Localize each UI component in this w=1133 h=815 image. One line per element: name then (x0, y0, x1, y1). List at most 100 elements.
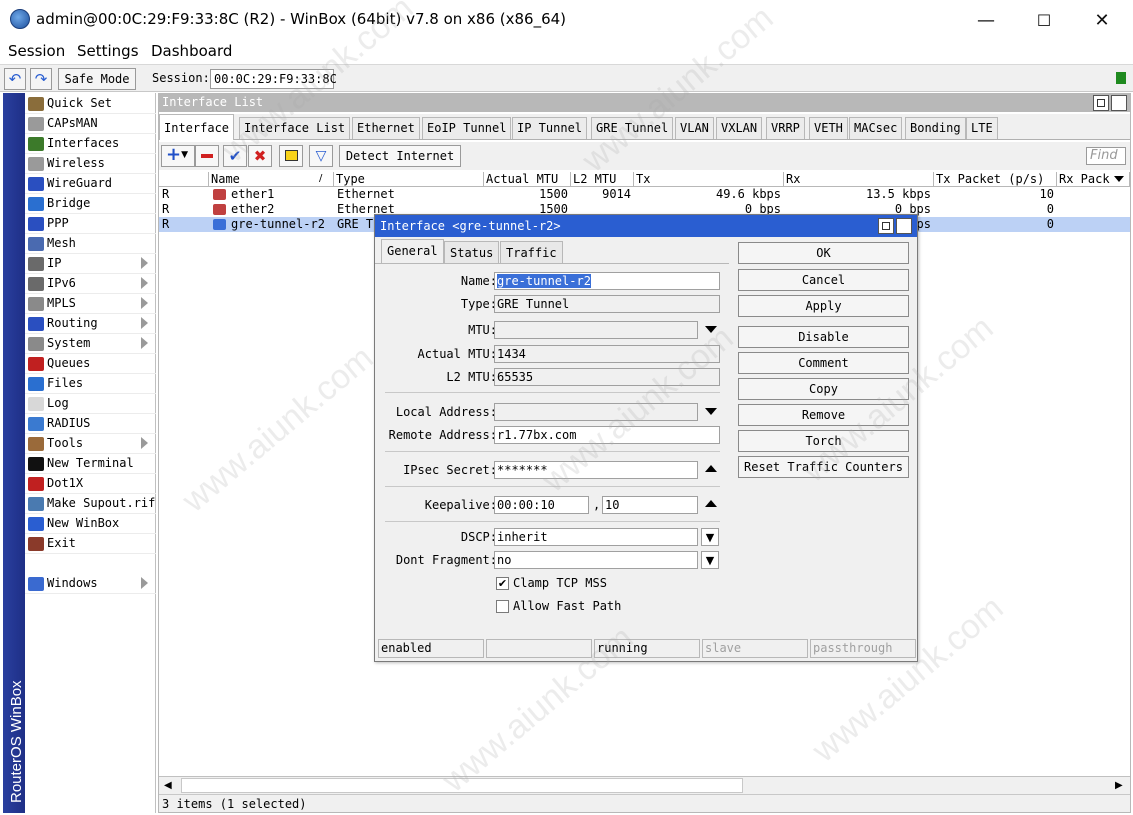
tab-status[interactable]: Status (444, 241, 500, 263)
sidebar-item-capsman[interactable]: CAPsMAN (25, 114, 156, 134)
sidebar-item-mesh[interactable]: Mesh (25, 234, 156, 254)
reset-traffic-counters-button[interactable]: Reset Traffic Counters (738, 456, 909, 478)
menu-session[interactable]: Session (8, 42, 65, 60)
minimize-button[interactable]: — (957, 0, 1015, 40)
tab-interface-list[interactable]: Interface List (239, 117, 351, 139)
tab-ip-tunnel[interactable]: IP Tunnel (512, 117, 588, 139)
column-header[interactable]: L2 MTU (571, 172, 634, 187)
table-row[interactable]: Rether1 Ethernet 1500 9014 49.6 kbps 13.5 kbp… (159, 187, 1130, 202)
filter-icon[interactable]: ▽ (309, 145, 333, 167)
apply-button[interactable]: Apply (738, 295, 909, 317)
sidebar-item-ip[interactable]: IP (25, 254, 156, 274)
clamp-tcp-mss-checkbox[interactable]: ✔ (496, 577, 509, 590)
copy-button[interactable]: Copy (738, 378, 909, 400)
scroll-left-icon[interactable]: ◀ (164, 780, 172, 791)
column-header[interactable] (159, 172, 209, 187)
comment-button[interactable] (279, 145, 303, 167)
find-input[interactable]: Find (1086, 147, 1126, 165)
dont-fragment-dropdown-icon[interactable]: ▼ (701, 551, 719, 569)
redo-button[interactable]: ↷ (30, 68, 52, 90)
ok-button[interactable]: OK (738, 242, 909, 264)
dialog-maximize-icon[interactable] (878, 218, 894, 234)
keepalive-interval-input[interactable]: 00:00:10 (494, 496, 589, 514)
add-button[interactable]: +▼ (161, 145, 195, 167)
sidebar-item-ppp[interactable]: PPP (25, 214, 156, 234)
sidebar-item-bridge[interactable]: Bridge (25, 194, 156, 214)
undo-button[interactable]: ↶ (4, 68, 26, 90)
column-header[interactable]: Tx (634, 172, 784, 187)
detect-internet-button[interactable]: Detect Internet (339, 145, 461, 167)
sidebar-item-wireless[interactable]: Wireless (25, 154, 156, 174)
local-address-dropdown-icon[interactable] (705, 408, 717, 415)
tab-lte[interactable]: LTE (966, 117, 998, 139)
keepalive-collapse-icon[interactable] (705, 500, 717, 507)
sidebar-item-windows[interactable]: Windows (25, 574, 156, 594)
close-button[interactable]: ✕ (1073, 0, 1131, 40)
sidebar-item-radius[interactable]: RADIUS (25, 414, 156, 434)
sidebar-item-new-terminal[interactable]: New Terminal (25, 454, 156, 474)
remove-button[interactable]: Remove (738, 404, 909, 426)
ipsec-secret-collapse-icon[interactable] (705, 465, 717, 472)
tab-ethernet[interactable]: Ethernet (352, 117, 420, 139)
disable-button[interactable]: ✖ (248, 145, 272, 167)
remote-address-input[interactable]: r1.77bx.com (494, 426, 720, 444)
safe-mode-button[interactable]: Safe Mode (58, 68, 136, 90)
tab-veth[interactable]: VETH (809, 117, 848, 139)
horizontal-scrollbar[interactable]: ◀ ▶ (159, 776, 1130, 794)
disable-button[interactable]: Disable (738, 326, 909, 348)
sidebar-item-wireguard[interactable]: WireGuard (25, 174, 156, 194)
column-menu-icon[interactable] (1114, 176, 1124, 182)
tab-interface[interactable]: Interface (159, 114, 235, 140)
sidebar-item-new-winbox[interactable]: New WinBox (25, 514, 156, 534)
sidebar-item-queues[interactable]: Queues (25, 354, 156, 374)
sidebar-item-files[interactable]: Files (25, 374, 156, 394)
maximize-button[interactable]: ☐ (1015, 0, 1073, 40)
allow-fast-path-checkbox[interactable] (496, 600, 509, 613)
column-header[interactable]: Actual MTU (484, 172, 571, 187)
tab-vrrp[interactable]: VRRP (766, 117, 805, 139)
sidebar-item-exit[interactable]: Exit (25, 534, 156, 554)
tab-vxlan[interactable]: VXLAN (716, 117, 763, 139)
tab-eoip-tunnel[interactable]: EoIP Tunnel (422, 117, 512, 139)
sidebar-item-routing[interactable]: Routing (25, 314, 156, 334)
sidebar-item-make-supout-rif[interactable]: Make Supout.rif (25, 494, 156, 514)
torch-button[interactable]: Torch (738, 430, 909, 452)
dscp-select[interactable]: inherit (494, 528, 698, 546)
sidebar-item-tools[interactable]: Tools (25, 434, 156, 454)
sidebar-item-ipv6[interactable]: IPv6 (25, 274, 156, 294)
dialog-close-icon[interactable]: ✕ (896, 218, 912, 234)
tab-vlan[interactable]: VLAN (675, 117, 714, 139)
mtu-input[interactable] (494, 321, 698, 339)
sidebar-item-system[interactable]: System (25, 334, 156, 354)
ipsec-secret-input[interactable]: ******* (494, 461, 698, 479)
tab-traffic[interactable]: Traffic (500, 241, 563, 263)
mtu-dropdown-icon[interactable] (705, 326, 717, 333)
tab-general[interactable]: General (381, 239, 444, 264)
enable-button[interactable]: ✔ (223, 145, 247, 167)
sidebar-item-dot1x[interactable]: Dot1X (25, 474, 156, 494)
tab-bonding[interactable]: Bonding (905, 117, 966, 139)
maximize-window-icon[interactable] (1093, 95, 1109, 111)
sidebar-item-log[interactable]: Log (25, 394, 156, 414)
scrollbar-thumb[interactable] (181, 778, 743, 793)
comment-button[interactable]: Comment (738, 352, 909, 374)
tab-macsec[interactable]: MACsec (849, 117, 903, 139)
column-header[interactable]: Type (334, 172, 484, 187)
name-input[interactable]: gre-tunnel-r2 (494, 272, 720, 290)
scroll-right-icon[interactable]: ▶ (1115, 780, 1123, 791)
remove-button[interactable] (195, 145, 219, 167)
menu-settings[interactable]: Settings (77, 42, 139, 60)
column-header[interactable]: Name (209, 172, 334, 187)
cancel-button[interactable]: Cancel (738, 269, 909, 291)
close-window-icon[interactable]: ✕ (1111, 95, 1127, 111)
keepalive-retries-input[interactable]: 10 (602, 496, 698, 514)
session-input[interactable]: 00:0C:29:F9:33:8C (210, 69, 337, 89)
sidebar-item-interfaces[interactable]: Interfaces (25, 134, 156, 154)
dont-fragment-select[interactable]: no (494, 551, 698, 569)
local-address-input[interactable] (494, 403, 698, 421)
sidebar-item-quick-set[interactable]: Quick Set (25, 94, 156, 114)
tab-gre-tunnel[interactable]: GRE Tunnel (591, 117, 674, 139)
menu-dashboard[interactable]: Dashboard (151, 42, 232, 60)
dscp-dropdown-icon[interactable]: ▼ (701, 528, 719, 546)
column-header[interactable]: Rx (784, 172, 934, 187)
